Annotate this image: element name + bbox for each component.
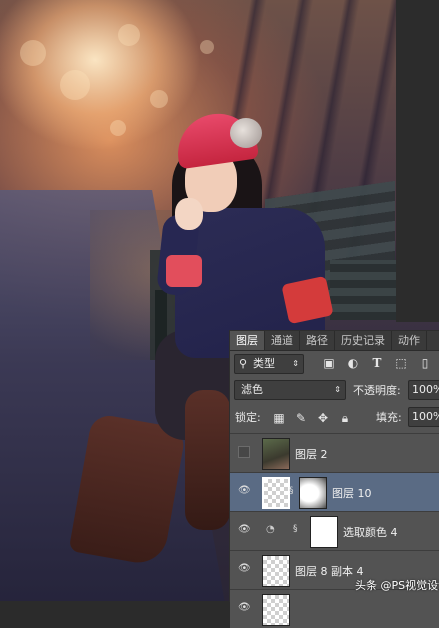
- lock-all-icon[interactable]: 🔒︎: [338, 411, 352, 425]
- opacity-input[interactable]: 100%: [408, 380, 439, 400]
- photo-bench-slats: [330, 260, 400, 320]
- tab-paths[interactable]: 路径: [300, 331, 335, 350]
- layer-mask-thumbnail[interactable]: [299, 477, 327, 509]
- layer-row[interactable]: 👁︎: [230, 589, 439, 628]
- link-chain-icon[interactable]: §: [289, 486, 294, 496]
- search-icon: ⚲: [239, 357, 248, 370]
- photo-boot-right: [185, 390, 230, 530]
- filter-adjustment-icon[interactable]: ◐: [346, 356, 360, 370]
- updown-arrow-icon: ⇕: [334, 385, 341, 394]
- visibility-toggle-off[interactable]: [238, 446, 250, 458]
- eye-icon[interactable]: 👁︎: [238, 602, 251, 614]
- layer-name[interactable]: 图层 10: [332, 485, 372, 501]
- layer-thumbnail: [262, 477, 290, 509]
- bokeh-light: [150, 90, 168, 108]
- filter-shape-icon[interactable]: ⬚: [394, 356, 408, 370]
- filter-smart-object-icon[interactable]: ▯: [418, 356, 432, 370]
- photo-hat-pompom: [230, 118, 262, 148]
- panel-tabs: 图层 通道 路径 历史记录 动作: [230, 331, 439, 351]
- opacity-label: 不透明度:: [353, 384, 401, 397]
- bokeh-light: [20, 40, 46, 66]
- layer-thumbnail: [262, 555, 290, 587]
- adjustment-layer-icon: ◔: [266, 524, 275, 535]
- tab-history[interactable]: 历史记录: [335, 331, 392, 350]
- layer-row[interactable]: 图层 2: [230, 433, 439, 472]
- fill-label: 填充:: [376, 411, 402, 424]
- filter-pixel-icon[interactable]: ▣: [322, 356, 336, 370]
- layer-row-selected[interactable]: 👁︎ § 图层 10: [230, 472, 439, 511]
- eye-icon[interactable]: 👁︎: [238, 524, 251, 536]
- bokeh-light: [118, 24, 140, 46]
- layers-panel: 图层 通道 路径 历史记录 动作 ⚲ 类型 ⇕ ▣ ◐ T ⬚ ▯ 滤色 ⇕ 不…: [229, 330, 439, 628]
- lock-transparent-icon[interactable]: ▦: [272, 411, 286, 425]
- layer-thumbnail: [262, 594, 290, 626]
- layer-row[interactable]: 👁︎ ◔ § 选取颜色 4: [230, 511, 439, 550]
- photo-hand: [175, 198, 203, 230]
- link-chain-icon[interactable]: §: [293, 524, 298, 534]
- fill-value: 100%: [412, 410, 439, 423]
- layer-name[interactable]: 图层 8 副本 4: [295, 563, 364, 579]
- layer-name[interactable]: 图层 2: [295, 446, 328, 462]
- tab-layers[interactable]: 图层: [230, 331, 265, 350]
- photo-cuff: [166, 255, 202, 287]
- layer-thumbnail: [262, 438, 290, 470]
- bokeh-light: [200, 40, 214, 54]
- eye-icon[interactable]: 👁︎: [238, 563, 251, 575]
- tab-actions[interactable]: 动作: [392, 331, 427, 350]
- updown-arrow-icon: ⇕: [292, 359, 299, 368]
- lock-position-move-icon[interactable]: ✥: [316, 411, 330, 425]
- lock-paint-brush-icon[interactable]: ✎: [294, 411, 308, 425]
- layer-filter-select[interactable]: ⚲ 类型 ⇕: [234, 354, 304, 374]
- lock-label: 锁定:: [235, 411, 261, 424]
- workspace-background: [396, 0, 439, 322]
- eye-icon[interactable]: 👁︎: [238, 485, 251, 497]
- blend-mode-value: 滤色: [241, 383, 263, 396]
- bokeh-light: [60, 70, 90, 100]
- tab-channels[interactable]: 通道: [265, 331, 300, 350]
- layer-filter-value: 类型: [253, 357, 275, 370]
- filter-type-icon[interactable]: T: [370, 356, 384, 370]
- layer-name[interactable]: 选取颜色 4: [343, 524, 398, 540]
- blend-mode-select[interactable]: 滤色 ⇕: [234, 380, 346, 400]
- layer-mask-thumbnail[interactable]: [310, 516, 338, 548]
- fill-input[interactable]: 100%: [408, 407, 439, 427]
- opacity-value: 100%: [412, 383, 439, 396]
- bokeh-light: [110, 120, 126, 136]
- watermark: 头条 @PS视觉设计: [355, 579, 439, 592]
